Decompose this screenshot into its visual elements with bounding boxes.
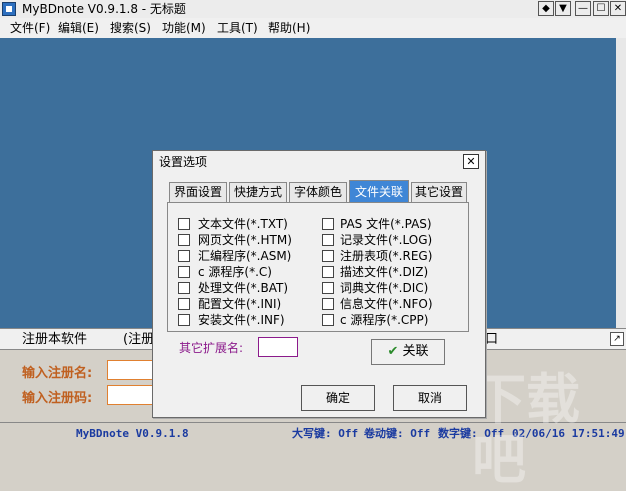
- nfo-checkbox[interactable]: [322, 298, 334, 310]
- nfo-label: 信息文件(*.NFO): [340, 297, 433, 311]
- register-note-label: (注册: [123, 332, 155, 347]
- settings-dialog: 设置选项 ✕ 界面设置 快捷方式 字体颜色 文件关联 其它设置 文本文件(*.T…: [152, 150, 486, 418]
- menu-help[interactable]: 帮助(H): [268, 18, 310, 38]
- associate-button[interactable]: ✔ 关联: [371, 339, 445, 365]
- tab-font-color[interactable]: 字体颜色: [289, 182, 347, 202]
- asm-label: 汇编程序(*.ASM): [198, 249, 292, 263]
- menu-tools[interactable]: 工具(T): [217, 18, 258, 38]
- tab-shortcuts[interactable]: 快捷方式: [229, 182, 287, 202]
- dialog-title: 设置选项: [159, 155, 208, 169]
- txt-label: 文本文件(*.TXT): [198, 217, 288, 231]
- pin-button[interactable]: ◆: [538, 1, 554, 16]
- reg-code-label: 输入注册码:: [22, 391, 93, 406]
- menu-file[interactable]: 文件(F): [10, 18, 50, 38]
- pas-label: PAS 文件(*.PAS): [340, 217, 432, 231]
- status-caps: 大写键: Off: [292, 427, 359, 440]
- editor-scrollbar[interactable]: [616, 38, 626, 328]
- associate-button-label: 关联: [402, 344, 429, 359]
- dialog-close-button[interactable]: ✕: [463, 154, 479, 169]
- diz-label: 描述文件(*.DIZ): [340, 265, 429, 279]
- c-label: c 源程序(*.C): [198, 265, 272, 279]
- status-scroll: 卷动键: Off: [364, 427, 431, 440]
- dropdown-button[interactable]: ▼: [555, 1, 571, 16]
- reg-name-input[interactable]: [107, 360, 155, 380]
- cancel-button[interactable]: 取消: [393, 385, 467, 411]
- cpp-label: c 源程序(*.CPP): [340, 313, 429, 327]
- cpp-checkbox[interactable]: [322, 314, 334, 326]
- txt-checkbox[interactable]: [178, 218, 190, 230]
- log-label: 记录文件(*.LOG): [340, 233, 433, 247]
- register-software-label: 注册本软件: [22, 332, 88, 347]
- bat-checkbox[interactable]: [178, 282, 190, 294]
- register-bar-right-text: 口: [485, 332, 499, 347]
- close-button[interactable]: ✕: [610, 1, 626, 16]
- tab-interface[interactable]: 界面设置: [169, 182, 227, 202]
- menu-edit[interactable]: 编辑(E): [58, 18, 99, 38]
- tab-file-association[interactable]: 文件关联: [349, 180, 409, 202]
- menu-search[interactable]: 搜索(S): [110, 18, 151, 38]
- dialog-title-bar: 设置选项 ✕: [153, 151, 485, 173]
- c-checkbox[interactable]: [178, 266, 190, 278]
- other-extension-input[interactable]: [258, 337, 298, 357]
- minimize-button[interactable]: —: [575, 1, 591, 16]
- other-extension-label: 其它扩展名:: [179, 341, 244, 355]
- expand-icon[interactable]: ↗: [610, 332, 624, 346]
- status-app-name: MyBDnote V0.9.1.8: [76, 427, 189, 440]
- reg-code-input[interactable]: [107, 385, 155, 405]
- reg-name-label: 输入注册名:: [22, 366, 93, 381]
- ini-label: 配置文件(*.INI): [198, 297, 282, 311]
- menu-function[interactable]: 功能(M): [162, 18, 206, 38]
- diz-checkbox[interactable]: [322, 266, 334, 278]
- dic-label: 词典文件(*.DIC): [340, 281, 429, 295]
- ini-checkbox[interactable]: [178, 298, 190, 310]
- app-icon: [2, 2, 16, 16]
- title-bar: MyBDnote V0.9.1.8 - 无标题 ◆ ▼ — ☐ ✕: [0, 0, 626, 18]
- dic-checkbox[interactable]: [322, 282, 334, 294]
- file-association-panel: 文本文件(*.TXT) 网页文件(*.HTM) 汇编程序(*.ASM) c 源程…: [167, 202, 469, 332]
- pas-checkbox[interactable]: [322, 218, 334, 230]
- ok-button[interactable]: 确定: [301, 385, 375, 411]
- reg-checkbox[interactable]: [322, 250, 334, 262]
- check-icon: ✔: [387, 344, 399, 359]
- bat-label: 处理文件(*.BAT): [198, 281, 289, 295]
- htm-checkbox[interactable]: [178, 234, 190, 246]
- tab-other-settings[interactable]: 其它设置: [411, 182, 467, 202]
- log-checkbox[interactable]: [322, 234, 334, 246]
- maximize-button[interactable]: ☐: [593, 1, 609, 16]
- window-title: MyBDnote V0.9.1.8 - 无标题: [22, 2, 186, 16]
- htm-label: 网页文件(*.HTM): [198, 233, 292, 247]
- watermark-icon: 下载吧: [472, 368, 580, 491]
- menu-bar: 文件(F) 编辑(E) 搜索(S) 功能(M) 工具(T) 帮助(H): [0, 18, 626, 38]
- asm-checkbox[interactable]: [178, 250, 190, 262]
- inf-checkbox[interactable]: [178, 314, 190, 326]
- reg-label: 注册表项(*.REG): [340, 249, 433, 263]
- inf-label: 安装文件(*.INF): [198, 313, 285, 327]
